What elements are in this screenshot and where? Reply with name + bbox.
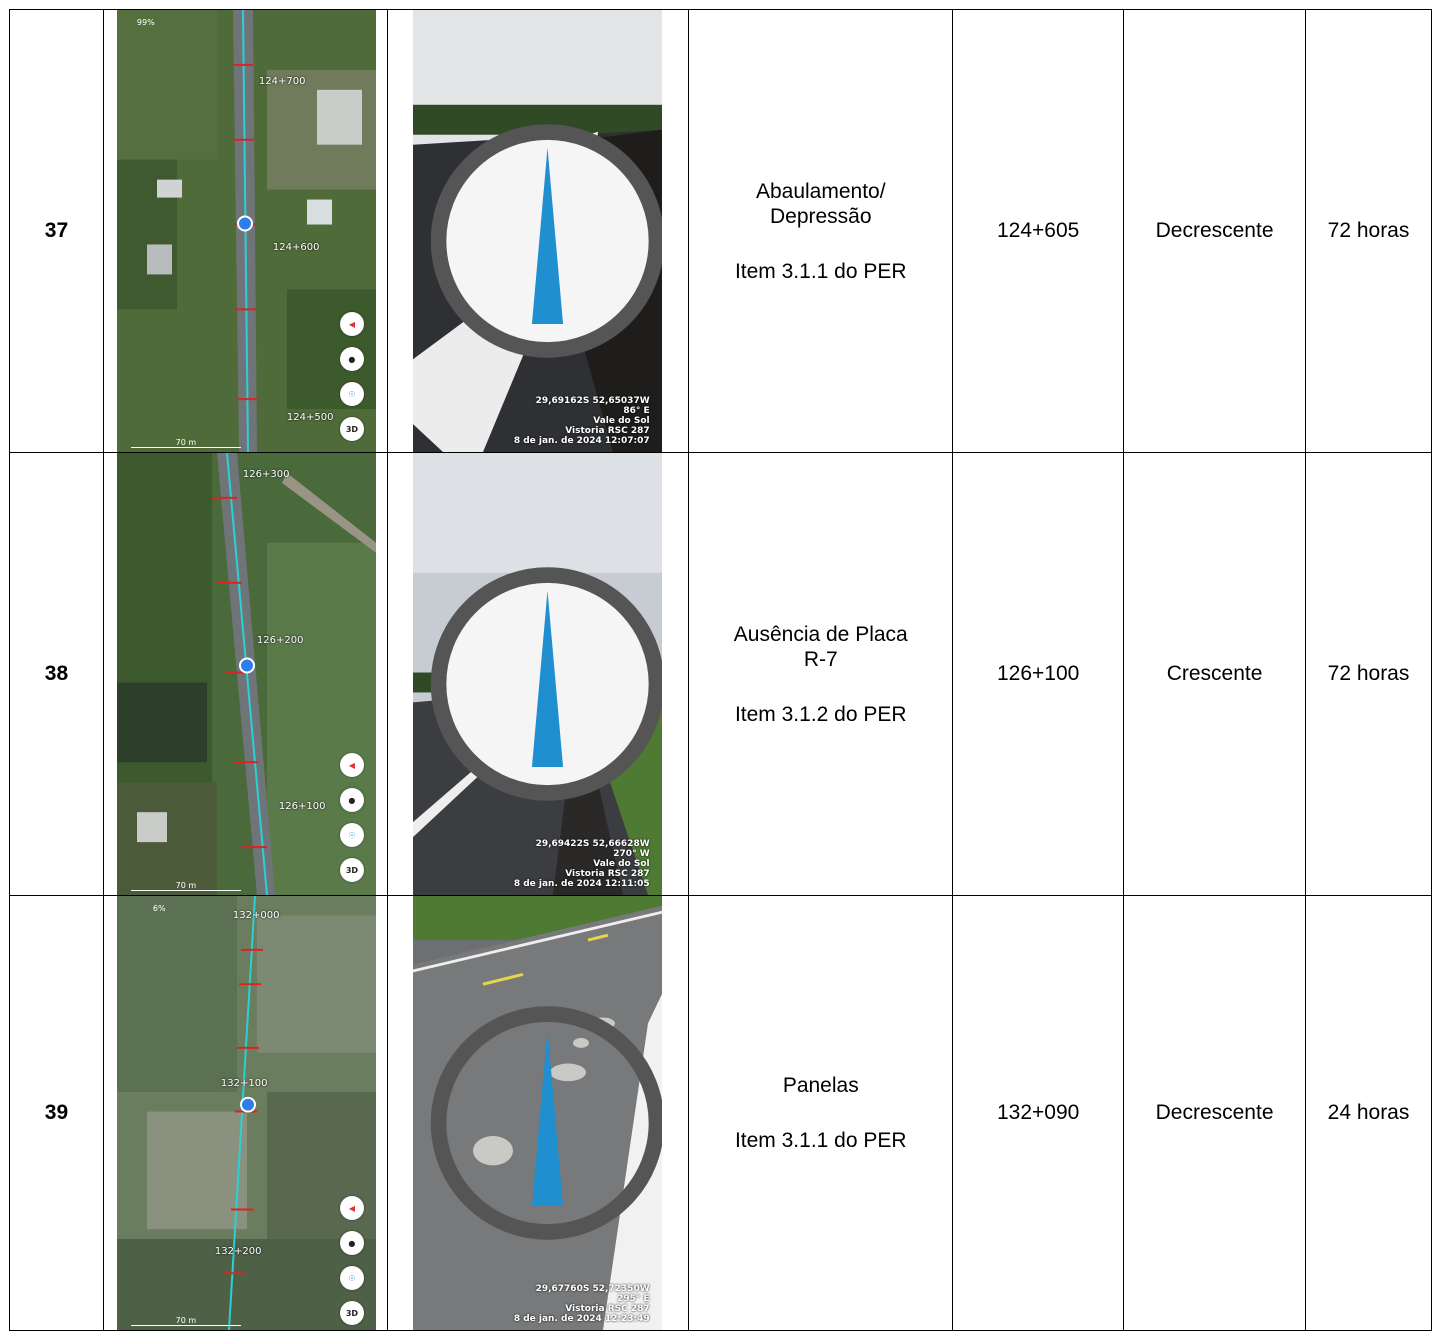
- description: Ausência de Placa R-7 Item 3.1.2 do PER: [688, 452, 954, 896]
- photo-cell: 29,67760S 52,72350W 295° E Vistoria RSC 2…: [386, 895, 690, 1331]
- map-percent: 99%: [136, 18, 155, 27]
- km-label: 124+500: [286, 412, 334, 423]
- item-number: 39: [9, 895, 104, 1331]
- km-value: 124+605: [952, 9, 1125, 453]
- pegman-icon[interactable]: ●: [339, 788, 364, 812]
- table-row: 38 126+300 126+200 126+100 ◀ ● ☉ 3D 70 m…: [9, 452, 1432, 896]
- photo-metadata: 29,67760S 52,72350W 295° E Vistoria RSC 2…: [513, 1284, 650, 1324]
- photo-metadata: 29,69422S 52,66628W 270° W Vale do Sol Vis…: [513, 839, 650, 889]
- km-label: 132+100: [220, 1078, 268, 1089]
- satellite-map: 126+300 126+200 126+100 ◀ ● ☉ 3D 70 m: [116, 453, 376, 895]
- compass-icon: [430, 124, 662, 358]
- map-scale: 70 m: [130, 881, 241, 891]
- description: Panelas Item 3.1.1 do PER: [688, 895, 954, 1331]
- table-row: 39 6% 132+000 132+100 132+200 ◀ ● ☉ 3D 7…: [9, 895, 1432, 1331]
- compass-icon[interactable]: ◀: [339, 753, 364, 777]
- km-label: 132+000: [232, 910, 280, 921]
- photo-metadata: 29,69162S 52,65037W 86° E Vale do Sol Vist…: [513, 396, 650, 446]
- inspection-table: 37 99% 124+700 124+600 124+500 ◀ ● ☉ 3D …: [9, 9, 1432, 1331]
- 3d-button[interactable]: 3D: [339, 858, 364, 882]
- deadline: 24 horas: [1305, 895, 1432, 1331]
- map-cell: 6% 132+000 132+100 132+200 ◀ ● ☉ 3D 70 m: [102, 895, 388, 1331]
- satellite-map: 99% 124+700 124+600 124+500 ◀ ● ☉ 3D 70 …: [116, 10, 376, 452]
- km-label: 126+200: [256, 635, 304, 646]
- 3d-button[interactable]: 3D: [339, 1301, 364, 1325]
- km-label: 132+200: [214, 1246, 262, 1257]
- km-value: 126+100: [952, 452, 1125, 896]
- compass-icon[interactable]: ◀: [339, 312, 364, 336]
- road-photo: 29,67760S 52,72350W 295° E Vistoria RSC 2…: [412, 896, 662, 1330]
- km-label: 124+700: [258, 76, 306, 87]
- map-scale: 70 m: [130, 1316, 241, 1326]
- item-number: 38: [9, 452, 104, 896]
- direction: Crescente: [1123, 452, 1307, 896]
- direction: Decrescente: [1123, 9, 1307, 453]
- deadline: 72 horas: [1305, 452, 1432, 896]
- locate-icon[interactable]: ☉: [339, 382, 364, 406]
- km-label: 126+100: [278, 801, 326, 812]
- deadline: 72 horas: [1305, 9, 1432, 453]
- map-cell: 126+300 126+200 126+100 ◀ ● ☉ 3D 70 m: [102, 452, 388, 896]
- direction: Decrescente: [1123, 895, 1307, 1331]
- map-scale: 70 m: [130, 438, 241, 448]
- description: Abaulamento/ Depressão Item 3.1.1 do PER: [688, 9, 954, 453]
- table-row: 37 99% 124+700 124+600 124+500 ◀ ● ☉ 3D …: [9, 9, 1432, 453]
- photo-cell: 29,69162S 52,65037W 86° E Vale do Sol Vist…: [386, 9, 690, 453]
- km-label: 124+600: [272, 242, 320, 253]
- pegman-icon[interactable]: ●: [339, 347, 364, 371]
- km-label: 126+300: [242, 469, 290, 480]
- locate-icon[interactable]: ☉: [339, 1266, 364, 1290]
- compass-icon: [430, 567, 662, 801]
- 3d-button[interactable]: 3D: [339, 417, 364, 441]
- satellite-map: 6% 132+000 132+100 132+200 ◀ ● ☉ 3D 70 m: [116, 896, 376, 1330]
- photo-cell: 29,69422S 52,66628W 270° W Vale do Sol Vis…: [386, 452, 690, 896]
- map-percent: 6%: [152, 904, 166, 913]
- locate-icon[interactable]: ☉: [339, 823, 364, 847]
- map-cell: 99% 124+700 124+600 124+500 ◀ ● ☉ 3D 70 …: [102, 9, 388, 453]
- item-number: 37: [9, 9, 104, 453]
- compass-icon: [430, 1006, 662, 1240]
- road-photo: 29,69422S 52,66628W 270° W Vale do Sol Vis…: [412, 453, 662, 895]
- pegman-icon[interactable]: ●: [339, 1231, 364, 1255]
- road-photo: 29,69162S 52,65037W 86° E Vale do Sol Vist…: [412, 10, 662, 452]
- compass-icon[interactable]: ◀: [339, 1196, 364, 1220]
- km-value: 132+090: [952, 895, 1125, 1331]
